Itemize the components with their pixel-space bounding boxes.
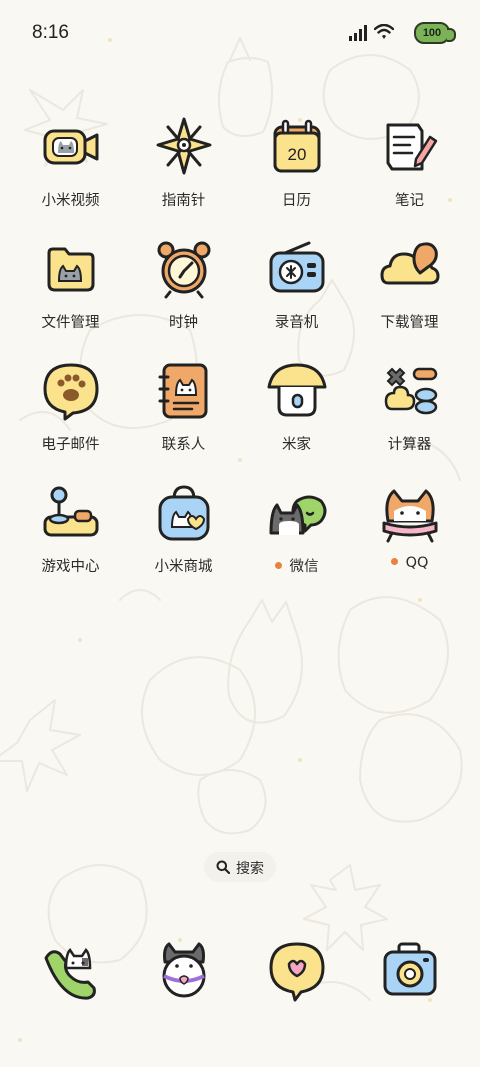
app-compass[interactable]: 指南针	[127, 115, 240, 237]
app-game-center[interactable]: 游戏中心	[14, 481, 127, 603]
paw-bubble-icon	[43, 363, 98, 421]
messages-cat-ball-icon	[162, 942, 205, 998]
app-mi-video[interactable]: 小米视频	[14, 115, 127, 237]
search-icon	[216, 860, 230, 874]
app-label: 小米视频	[41, 193, 100, 209]
app-contacts[interactable]: 联系人	[127, 359, 240, 481]
cloud-download-icon	[380, 242, 439, 285]
status-bar: 8:16 100	[0, 0, 480, 68]
calculator-symbols-icon	[384, 367, 437, 415]
app-label-text: 微信	[289, 559, 319, 575]
app-label: 时钟	[169, 315, 198, 331]
qq-cat-scarf-icon	[382, 489, 437, 543]
app-label: 电子邮件	[41, 437, 100, 453]
app-label: 米家	[282, 437, 311, 453]
calendar-icon: 20	[273, 119, 320, 173]
app-email[interactable]: 电子邮件	[14, 359, 127, 481]
status-time: 8:16	[32, 22, 69, 43]
app-recorder[interactable]: 录音机	[240, 237, 353, 359]
app-label: 下载管理	[380, 315, 439, 331]
app-mi-store[interactable]: 小米商城	[127, 481, 240, 603]
app-grid: 小米视频 指南针 20 日历 笔记 文件管理 时钟 录音机 下载管理 电子邮件 …	[14, 115, 466, 603]
app-wechat[interactable]: 微信	[240, 481, 353, 603]
phone-cat-icon	[44, 948, 96, 1000]
app-label: 计算器	[387, 437, 432, 453]
app-clock[interactable]: 时钟	[127, 237, 240, 359]
app-calendar[interactable]: 20 日历	[240, 115, 353, 237]
camera-icon	[383, 942, 436, 996]
notification-dot	[390, 557, 398, 565]
cellular-signal-icon	[349, 25, 367, 41]
app-label: 微信	[240, 555, 353, 576]
app-label-text: QQ	[405, 555, 429, 571]
app-label: 笔记	[395, 193, 424, 209]
app-label: 录音机	[274, 315, 319, 331]
dock-heart-bubble[interactable]	[240, 936, 353, 1006]
joystick-icon	[43, 486, 98, 537]
compass-star-icon	[156, 117, 211, 175]
dock-messages[interactable]	[127, 936, 240, 1006]
app-label: 指南针	[161, 193, 206, 209]
radio-recorder-icon	[269, 241, 324, 293]
dock-camera[interactable]	[353, 936, 466, 1006]
contacts-book-icon	[158, 363, 207, 419]
wifi-icon	[374, 24, 394, 39]
search-label: 搜索	[236, 861, 264, 877]
app-label: 日历	[282, 193, 311, 209]
heart-bubble-icon	[269, 942, 324, 1002]
app-file-manager[interactable]: 文件管理	[14, 237, 127, 359]
battery-indicator: 100	[414, 22, 456, 44]
calendar-day: 20	[287, 145, 306, 164]
video-camera-cat-icon	[43, 129, 98, 165]
app-download-manager[interactable]: 下载管理	[353, 237, 466, 359]
app-mijia[interactable]: 米家	[240, 359, 353, 481]
app-calculator[interactable]: 计算器	[353, 359, 466, 481]
shopping-bag-icon	[158, 485, 209, 541]
status-icons: 100	[340, 22, 456, 44]
app-label: QQ	[353, 555, 466, 571]
app-qq[interactable]: QQ	[353, 481, 466, 603]
notes-pencil-icon	[386, 123, 437, 171]
app-label: 文件管理	[41, 315, 100, 331]
app-notes[interactable]: 笔记	[353, 115, 466, 237]
dock-phone[interactable]	[14, 936, 127, 1006]
notification-dot	[274, 561, 282, 569]
search-button[interactable]: 搜索	[204, 852, 276, 882]
folder-cat-icon	[47, 247, 94, 292]
dock	[14, 936, 466, 1006]
wechat-cat-icon	[269, 495, 326, 535]
mushroom-house-icon	[267, 363, 326, 417]
alarm-clock-icon	[157, 241, 210, 299]
app-label: 小米商城	[154, 559, 213, 575]
app-label: 游戏中心	[41, 559, 100, 575]
app-label: 联系人	[161, 437, 206, 453]
